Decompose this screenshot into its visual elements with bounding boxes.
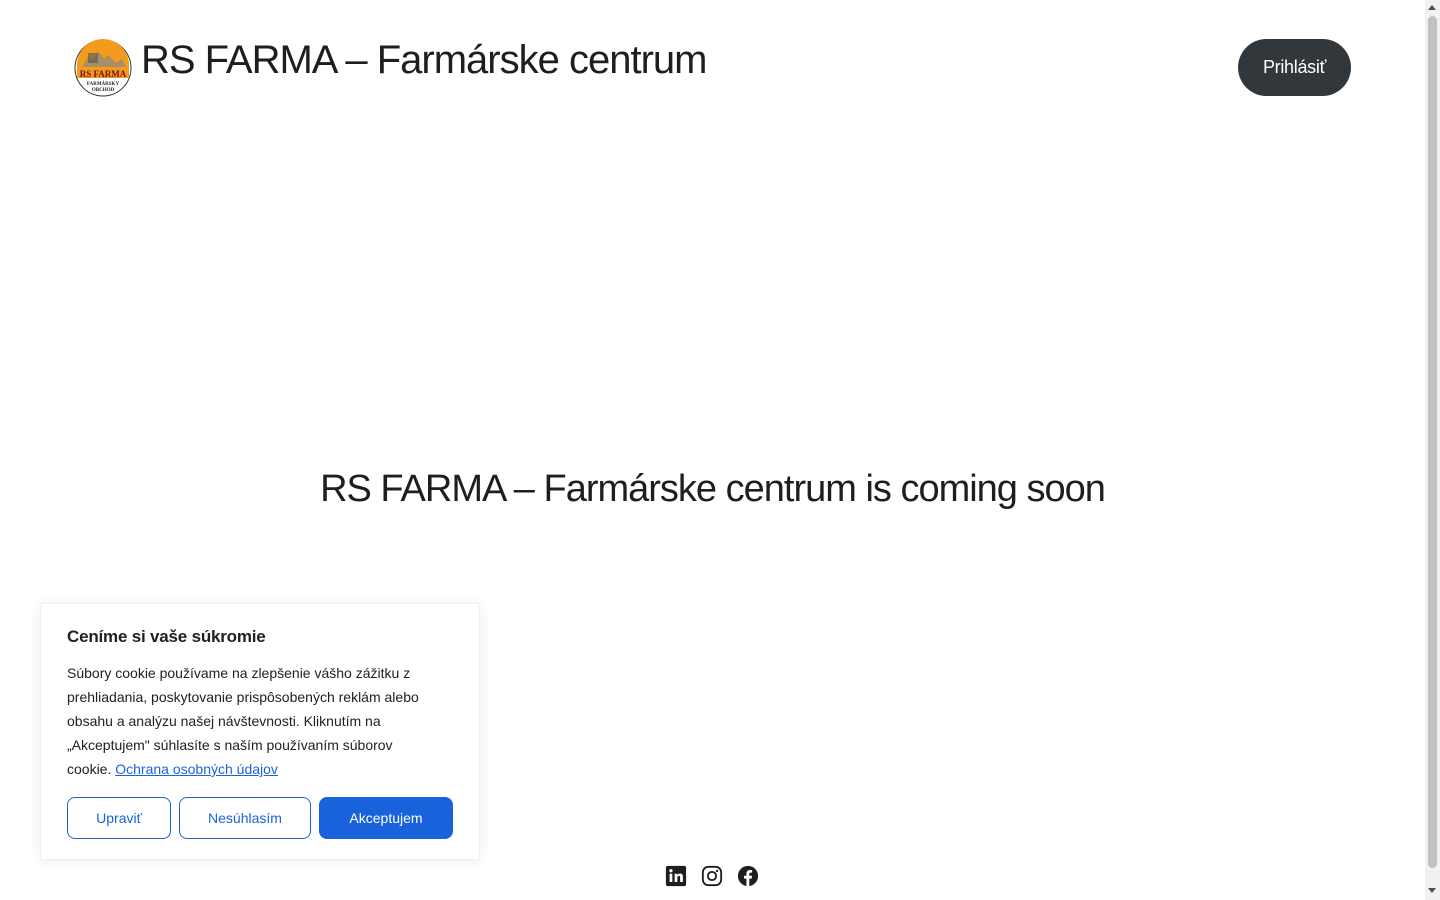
rs-farma-logo-icon: RS FARMA FARMÁRSKY OBCHOD [74, 39, 132, 97]
svg-text:FARMÁRSKY: FARMÁRSKY [87, 81, 120, 87]
facebook-icon[interactable] [737, 865, 759, 887]
site-logo[interactable]: RS FARMA FARMÁRSKY OBCHOD [74, 39, 132, 97]
scrollbar-thumb[interactable] [1428, 16, 1437, 868]
svg-text:RS FARMA: RS FARMA [80, 69, 127, 79]
instagram-icon[interactable] [701, 865, 723, 887]
cookie-title: Ceníme si vaše súkromie [67, 627, 266, 646]
svg-text:OBCHOD: OBCHOD [92, 88, 115, 93]
customize-button[interactable]: Upraviť [67, 797, 171, 839]
login-button[interactable]: Prihlásiť [1238, 39, 1351, 96]
scroll-down-arrow-icon[interactable] [1428, 888, 1436, 893]
social-links [665, 865, 759, 887]
scroll-up-arrow-icon[interactable] [1428, 5, 1436, 10]
coming-soon-heading: RS FARMA – Farmárske centrum is coming s… [320, 468, 1106, 510]
reject-button[interactable]: Nesúhlasím [179, 797, 311, 839]
site-title[interactable]: RS FARMA – Farmárske centrum [141, 36, 707, 84]
cookie-description: Súbory cookie používame na zlepšenie váš… [67, 661, 437, 781]
page: RS FARMA FARMÁRSKY OBCHOD RS FARMA – Far… [0, 0, 1425, 900]
cookie-consent-banner: Ceníme si vaše súkromie Súbory cookie po… [40, 603, 480, 860]
linkedin-icon[interactable] [665, 865, 687, 887]
privacy-policy-link[interactable]: Ochrana osobných údajov [115, 761, 278, 777]
accept-button[interactable]: Akceptujem [319, 797, 453, 839]
vertical-scrollbar[interactable] [1425, 0, 1440, 900]
